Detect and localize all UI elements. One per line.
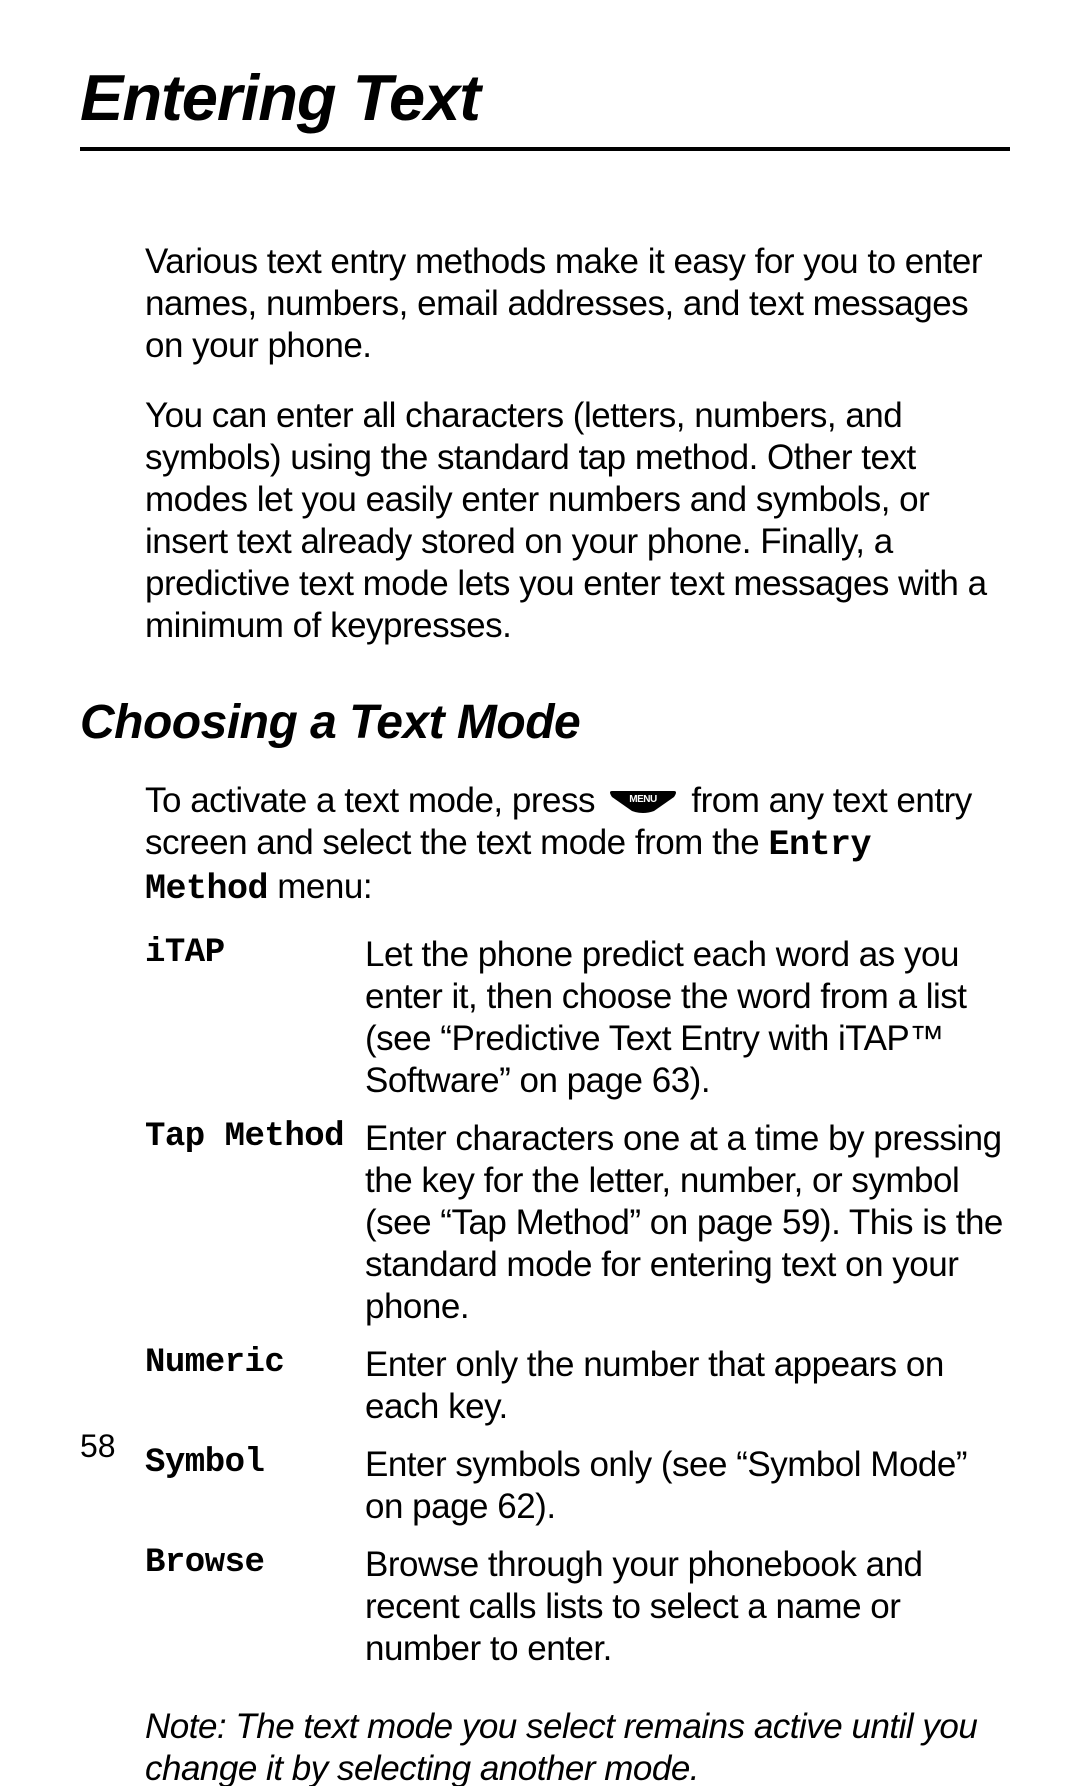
mode-term: Tap Method: [145, 1118, 365, 1156]
mode-row-browse: Browse Browse through your phonebook and…: [145, 1544, 1010, 1670]
intro-paragraph-2: You can enter all characters (letters, n…: [145, 395, 1010, 647]
footnote: Note: The text mode you select remains a…: [145, 1706, 1010, 1786]
mode-desc: Enter only the number that appears on ea…: [365, 1344, 1010, 1428]
mode-row-numeric: Numeric Enter only the number that appea…: [145, 1344, 1010, 1428]
mode-term: iTAP: [145, 934, 365, 972]
svg-text:MENU: MENU: [629, 794, 657, 805]
mode-term: Symbol: [145, 1444, 365, 1482]
mode-row-tap-method: Tap Method Enter characters one at a tim…: [145, 1118, 1010, 1328]
page-number: 58: [80, 1428, 116, 1465]
mode-list: iTAP Let the phone predict each word as …: [145, 934, 1010, 1670]
chapter-rule: [80, 147, 1010, 151]
mode-row-symbol: Symbol Enter symbols only (see “Symbol M…: [145, 1444, 1010, 1528]
section-body-suffix: menu:: [277, 867, 372, 906]
mode-term: Numeric: [145, 1344, 365, 1382]
mode-desc: Let the phone predict each word as you e…: [365, 934, 1010, 1102]
document-page: Entering Text Various text entry methods…: [0, 0, 1080, 1525]
mode-desc: Enter characters one at a time by pressi…: [365, 1118, 1010, 1328]
section-heading: Choosing a Text Mode: [80, 695, 1010, 750]
mode-term: Browse: [145, 1544, 365, 1582]
menu-key-icon: MENU: [608, 787, 678, 813]
mode-desc: Enter symbols only (see “Symbol Mode” on…: [365, 1444, 1010, 1528]
mode-row-itap: iTAP Let the phone predict each word as …: [145, 934, 1010, 1102]
chapter-title: Entering Text: [80, 60, 1010, 135]
section-body-prefix: To activate a text mode, press: [145, 781, 604, 820]
intro-paragraph-1: Various text entry methods make it easy …: [145, 241, 1010, 367]
mode-desc: Browse through your phonebook and recent…: [365, 1544, 1010, 1670]
section-body: To activate a text mode, press MENU from…: [145, 780, 1010, 910]
